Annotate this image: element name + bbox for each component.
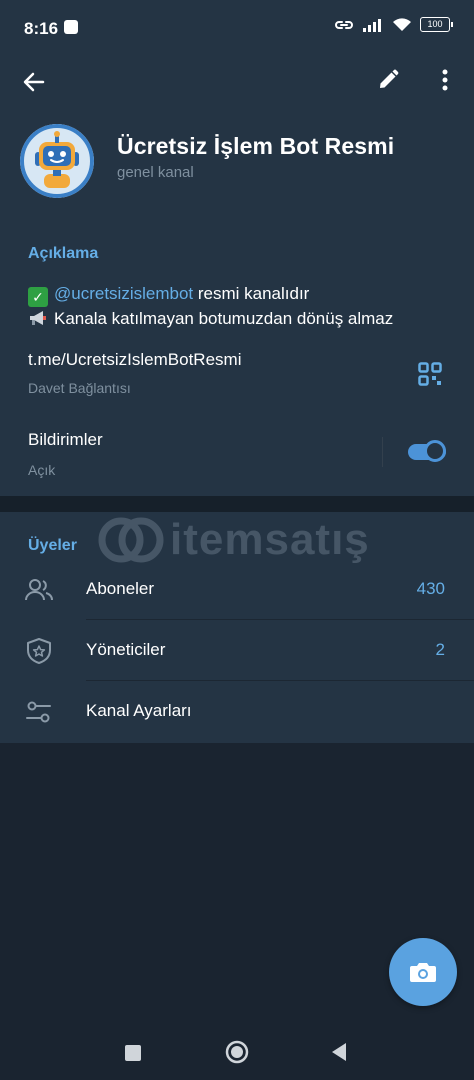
back-arrow-icon — [23, 72, 45, 92]
people-icon — [25, 579, 53, 601]
camera-fab-button[interactable] — [389, 938, 457, 1006]
channel-avatar[interactable] — [20, 124, 94, 198]
description-line-1-text: resmi kanalıdır — [193, 284, 310, 303]
check-mark-icon: ✓ — [28, 287, 48, 307]
divider — [382, 437, 383, 467]
members-section-title: Üyeler — [28, 537, 77, 554]
channel-settings-row[interactable]: Kanal Ayarları — [0, 681, 474, 742]
notifications-toggle-knob[interactable] — [424, 440, 446, 462]
edit-button[interactable] — [372, 64, 404, 96]
administrators-count: 2 — [435, 640, 445, 659]
description-line-1: ✓ @ucretsizislembot resmi kanalıdır — [28, 282, 393, 307]
subscribers-label: Aboneler — [86, 579, 155, 598]
administrators-row[interactable]: Yöneticiler 2 — [0, 620, 474, 681]
home-circle-icon — [225, 1040, 249, 1064]
channel-subtitle: genel kanal — [117, 164, 194, 181]
subscribers-count: 430 — [416, 579, 445, 598]
signal-icon — [363, 18, 381, 32]
description-line-2-text: Kanala katılmayan botumuzdan dönüş almaz — [54, 309, 394, 328]
square-icon — [125, 1045, 141, 1061]
bot-mention-link[interactable]: @ucretsizislembot — [54, 284, 193, 303]
channel-description: ✓ @ucretsizislembot resmi kanalıdır Kanal… — [28, 282, 393, 331]
more-options-button[interactable] — [430, 64, 460, 96]
channel-header: Ücretsiz İşlem Bot Resmi genel kanal — [0, 58, 474, 220]
subscribers-row[interactable]: Aboneler 430 — [0, 559, 474, 620]
channel-settings-label: Kanal Ayarları — [86, 701, 192, 720]
wifi-icon — [393, 17, 411, 31]
status-bar: 8:16 100 — [0, 0, 474, 58]
status-icons: 100 — [334, 17, 453, 32]
sliders-icon — [26, 701, 51, 723]
invite-link[interactable]: t.me/UcretsizIslemBotResmi — [28, 350, 241, 370]
description-section-title: Açıklama — [28, 245, 99, 262]
recent-apps-button[interactable] — [120, 1040, 146, 1066]
description-line-2: Kanala katılmayan botumuzdan dönüş almaz — [28, 307, 393, 331]
back-triangle-icon — [332, 1043, 346, 1061]
camera-icon — [410, 963, 436, 982]
admin-shield-icon — [27, 638, 51, 664]
robot-avatar-icon — [20, 124, 94, 198]
section-separator — [0, 496, 474, 512]
back-button[interactable] — [18, 66, 50, 98]
megaphone-icon — [30, 311, 46, 325]
qr-code-button[interactable] — [416, 360, 444, 388]
battery-icon: 100 — [420, 17, 453, 32]
home-button[interactable] — [222, 1037, 252, 1067]
channel-title: Ücretsiz İşlem Bot Resmi — [117, 133, 395, 159]
notification-dot-icon — [64, 20, 78, 34]
notifications-state: Açık — [28, 462, 56, 478]
qr-code-icon — [418, 362, 442, 386]
administrators-label: Yöneticiler — [86, 640, 166, 659]
notifications-label: Bildirimler — [28, 430, 103, 449]
system-nav-bar — [0, 1020, 474, 1080]
system-back-button[interactable] — [326, 1039, 352, 1065]
invite-link-caption: Davet Bağlantısı — [28, 380, 131, 396]
more-vertical-icon — [442, 69, 448, 91]
pencil-icon — [380, 69, 399, 88]
status-time: 8:16 — [24, 19, 59, 38]
link-icon — [335, 20, 353, 29]
